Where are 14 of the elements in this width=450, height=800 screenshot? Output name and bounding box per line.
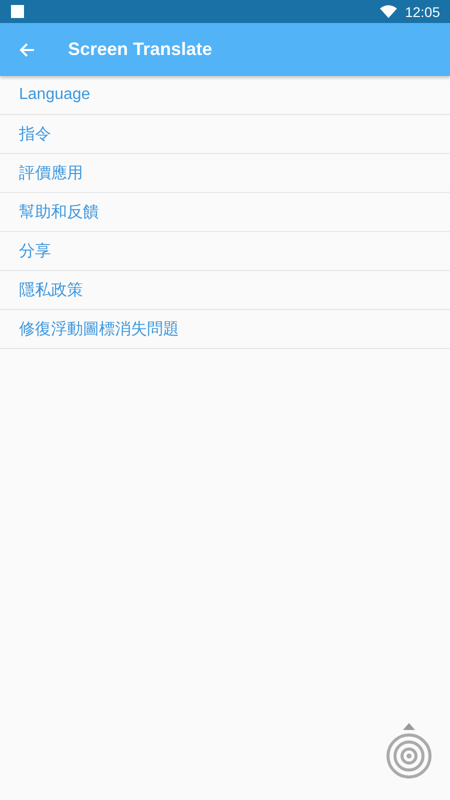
menu-item[interactable]: 隱私政策 bbox=[0, 271, 450, 310]
menu-item[interactable]: 指令 bbox=[0, 115, 450, 154]
notification-icon bbox=[11, 5, 24, 18]
status-time: 12:05 bbox=[404, 4, 440, 20]
menu-item[interactable]: 幫助和反饋 bbox=[0, 193, 450, 232]
back-arrow-icon bbox=[19, 42, 35, 58]
toolbar-title: Screen Translate bbox=[68, 39, 212, 60]
floating-target-icon[interactable] bbox=[386, 723, 432, 779]
menu-item[interactable]: 分享 bbox=[0, 232, 450, 271]
wifi-icon bbox=[380, 5, 397, 18]
back-button[interactable] bbox=[18, 40, 36, 58]
menu-item[interactable]: Language bbox=[0, 76, 450, 115]
menu-item[interactable]: 評價應用 bbox=[0, 154, 450, 193]
menu-item[interactable]: 修復浮動圖標消失問題 bbox=[0, 310, 450, 349]
